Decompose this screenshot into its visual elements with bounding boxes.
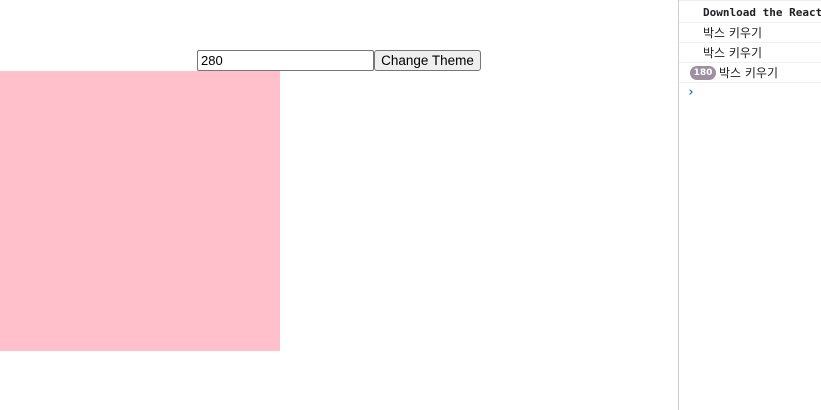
console-message-react-devtools: Download the React DevTools for a better… (679, 0, 821, 23)
console-message-text: 박스 키우기 (703, 46, 763, 60)
pink-box (0, 71, 280, 351)
devtools-console-panel: Download the React DevTools for a better… (678, 0, 821, 410)
console-message-text: 박스 키우기 (703, 26, 763, 40)
change-theme-button[interactable]: Change Theme (374, 50, 481, 71)
box-size-input[interactable] (197, 50, 374, 71)
console-message-text: 박스 키우기 (719, 66, 779, 80)
page-viewport: Change Theme (0, 0, 678, 410)
console-prompt[interactable]: › (679, 83, 821, 103)
console-message-text: Download the React DevTools for a better… (703, 6, 821, 19)
console-message: 박스 키우기 (679, 43, 821, 63)
console-message-repeated: 180 박스 키우기 (679, 63, 821, 83)
repeat-count-badge: 180 (690, 66, 716, 80)
chevron-right-icon: › (687, 85, 695, 100)
console-message: 박스 키우기 (679, 23, 821, 43)
